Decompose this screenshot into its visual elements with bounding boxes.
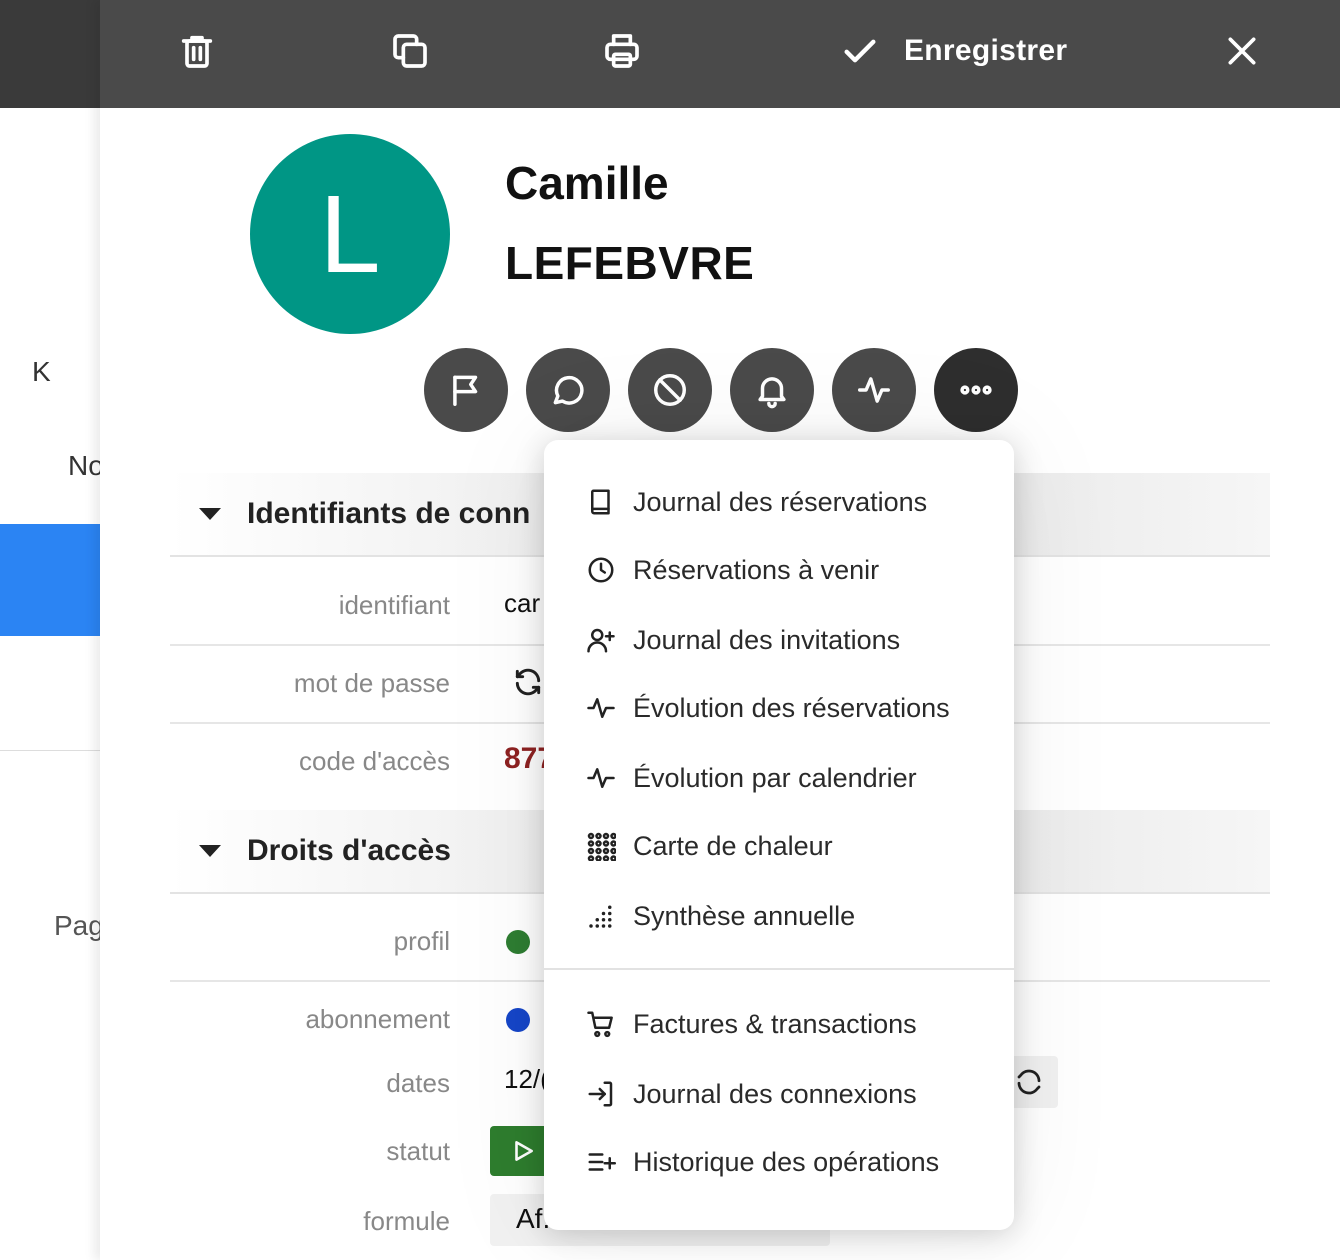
chat-bubble-icon [553, 375, 584, 405]
access-code-label: code d'accès [299, 746, 450, 776]
user-action-buttons [424, 348, 1018, 432]
menu-item-reservations-evolution[interactable]: Évolution des réservations [584, 688, 950, 728]
close-icon [1228, 37, 1256, 65]
subscription-status-dot [506, 1008, 530, 1032]
save-button[interactable]: Enregistrer [840, 24, 1067, 78]
background-letter: K [32, 356, 51, 387]
user-last-name: LEFEBVRE [505, 237, 755, 289]
ban-icon [654, 374, 686, 406]
activity-icon [858, 377, 890, 403]
subscription-label: abonnement [305, 1004, 450, 1034]
clock-icon [588, 557, 614, 583]
background-active-item [0, 524, 100, 636]
menu-item-label: Factures & transactions [633, 1008, 917, 1039]
delete-button[interactable] [167, 24, 227, 78]
menu-item-operations-history[interactable]: Historique des opérations [584, 1142, 939, 1182]
refresh-icon [1017, 1069, 1041, 1095]
menu-item-heatmap[interactable]: Carte de chaleur [584, 826, 833, 866]
activity-icon [587, 698, 615, 718]
duplicate-button[interactable] [380, 24, 440, 78]
reset-password-button[interactable] [512, 666, 544, 698]
password-label: mot de passe [293, 668, 450, 698]
user-detail-panel: Enregistrer L Camille LEFEBVRE Identifia… [100, 0, 1340, 1260]
print-button[interactable] [592, 24, 652, 78]
menu-item-label: Évolution par calendrier [633, 762, 917, 793]
more-actions-menu: Journal des réservations Réservations à … [544, 440, 1014, 1230]
user-plus-icon [587, 628, 615, 653]
menu-item-label: Carte de chaleur [633, 830, 833, 861]
menu-item-label: Journal des connexions [633, 1078, 917, 1109]
access-code-value: 877 [504, 742, 544, 775]
activity-button[interactable] [832, 348, 916, 432]
printer-icon [605, 34, 639, 68]
background-panel: K No Pag [0, 0, 100, 1260]
menu-item-reservations-log[interactable]: Journal des réservations [584, 482, 927, 522]
panel-toolbar: Enregistrer [100, 0, 1340, 108]
login-icon [588, 1081, 613, 1107]
more-button[interactable] [934, 348, 1018, 432]
menu-item-connections-log[interactable]: Journal des connexions [584, 1074, 917, 1114]
background-text-2: Pag [54, 910, 100, 941]
menu-item-label: Journal des réservations [633, 486, 928, 517]
close-button[interactable] [1212, 24, 1272, 78]
menu-separator [544, 968, 1014, 970]
status-play-button[interactable] [490, 1126, 550, 1176]
more-dots-icon [960, 385, 992, 395]
section-rights-title: Droits d'accès [247, 834, 451, 867]
profile-status-dot [506, 930, 530, 954]
menu-item-upcoming-reservations[interactable]: Réservations à venir [584, 550, 879, 590]
formula-label: formule [363, 1206, 450, 1236]
background-topbar [0, 0, 100, 108]
cart-icon [587, 1011, 613, 1038]
flag-button[interactable] [424, 348, 508, 432]
menu-item-label: Historique des opérations [633, 1146, 940, 1177]
grid-dots-icon [587, 832, 616, 861]
save-button-label: Enregistrer [904, 34, 1068, 67]
menu-item-invoices[interactable]: Factures & transactions [584, 1004, 917, 1044]
dots-chart-icon [589, 905, 612, 928]
copy-icon [393, 34, 427, 68]
menu-item-calendar-evolution[interactable]: Évolution par calendrier [584, 758, 917, 798]
caret-down-icon [199, 845, 221, 857]
profile-label: profil [393, 926, 450, 956]
menu-item-label: Réservations à venir [633, 554, 880, 585]
menu-item-label: Synthèse annuelle [633, 900, 856, 931]
menu-item-label: Évolution des réservations [633, 692, 950, 723]
menu-item-invitations-log[interactable]: Journal des invitations [584, 620, 900, 660]
trash-icon [181, 35, 213, 68]
background-divider [0, 750, 100, 751]
play-icon [515, 1141, 533, 1161]
refresh-icon [515, 668, 541, 696]
identifiant-value[interactable]: car [504, 588, 544, 619]
avatar: L [250, 134, 450, 334]
dates-label: dates [386, 1068, 450, 1098]
status-label: statut [386, 1136, 450, 1166]
menu-item-annual-summary[interactable]: Synthèse annuelle [584, 896, 855, 936]
message-button[interactable] [526, 348, 610, 432]
notification-button[interactable] [730, 348, 814, 432]
activity-icon [587, 768, 615, 788]
book-icon [591, 489, 610, 515]
user-first-name: Camille [505, 157, 669, 209]
flag-icon [453, 375, 478, 406]
check-icon [844, 39, 876, 63]
identifiant-label: identifiant [338, 590, 450, 620]
block-button[interactable] [628, 348, 712, 432]
list-plus-icon [588, 1153, 616, 1171]
dates-value[interactable]: 12/( [504, 1064, 544, 1095]
caret-down-icon [199, 508, 221, 520]
background-text-1: No [68, 450, 100, 481]
menu-item-label: Journal des invitations [633, 624, 901, 655]
section-credentials-title: Identifiants de conn [247, 497, 531, 530]
bell-icon [758, 377, 786, 409]
